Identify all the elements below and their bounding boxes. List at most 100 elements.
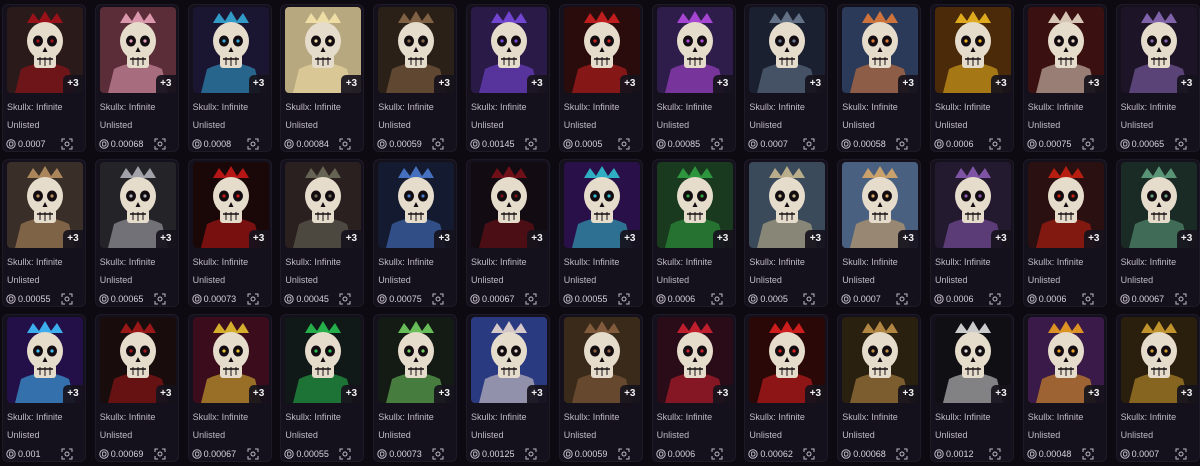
scan-icon[interactable] [432,448,444,460]
scan-icon[interactable] [432,293,444,305]
nft-card[interactable]: +3 Skullx: Infinite Unlisted 0.00062 [744,314,829,462]
nft-card[interactable]: +3 Skullx: Infinite Unlisted 0.00069 [94,314,179,462]
nft-card[interactable]: +3 Skullx: Infinite Unlisted 0.00125 [466,314,550,462]
nft-thumbnail[interactable]: +3 [471,317,547,403]
nft-thumbnail[interactable]: +3 [1027,162,1104,248]
nft-card[interactable]: +3 Skullx: Infinite Unlisted 0.0007 [744,4,829,152]
scan-icon[interactable] [247,138,259,150]
nft-card[interactable]: +3 Skullx: Infinite Unlisted 0.00075 [1022,4,1107,152]
nft-card[interactable]: +3 Skullx: Infinite Unlisted 0.00045 [280,159,365,307]
scan-icon[interactable] [803,448,815,460]
nft-card[interactable]: +3 Skullx: Infinite Unlisted 0.00084 [280,4,365,152]
nft-card[interactable]: +3 Skullx: Infinite Unlisted 0.0007 [1115,314,1200,462]
nft-card[interactable]: +3 Skullx: Infinite Unlisted 0.0007 [837,159,922,307]
nft-card[interactable]: +3 Skullx: Infinite Unlisted 0.0005 [558,4,643,152]
scan-icon[interactable] [711,293,723,305]
nft-card[interactable]: +3 Skullx: Infinite Unlisted 0.0005 [744,159,829,307]
nft-card[interactable]: +3 Skullx: Infinite Unlisted 0.0012 [930,314,1014,462]
nft-thumbnail[interactable]: +3 [7,162,83,248]
nft-card[interactable]: +3 Skullx: Infinite Unlisted 0.00145 [466,4,550,152]
nft-card[interactable]: +3 Skullx: Infinite Unlisted 0.00068 [837,314,922,462]
nft-thumbnail[interactable]: +3 [99,7,176,93]
nft-card[interactable]: +3 Skullx: Infinite Unlisted 0.00073 [187,159,272,307]
nft-thumbnail[interactable]: +3 [935,7,1011,93]
scan-icon[interactable] [896,138,908,150]
nft-card[interactable]: +3 Skullx: Infinite Unlisted 0.00068 [94,4,179,152]
nft-card[interactable]: +3 Skullx: Infinite Unlisted 0.00067 [466,159,550,307]
scan-icon[interactable] [525,448,537,460]
nft-card[interactable]: +3 Skullx: Infinite Unlisted 0.00059 [373,4,458,152]
nft-card[interactable]: +3 Skullx: Infinite Unlisted 0.00048 [1022,314,1107,462]
nft-thumbnail[interactable]: +3 [563,7,640,93]
nft-card[interactable]: +3 Skullx: Infinite Unlisted 0.0006 [930,4,1014,152]
scan-icon[interactable] [989,448,1001,460]
nft-thumbnail[interactable]: +3 [842,7,919,93]
nft-thumbnail[interactable]: +3 [378,317,455,403]
nft-card[interactable]: +3 Skullx: Infinite Unlisted 0.00065 [94,159,179,307]
nft-card[interactable]: +3 Skullx: Infinite Unlisted 0.00067 [1115,159,1200,307]
nft-thumbnail[interactable]: +3 [471,162,547,248]
nft-card[interactable]: +3 Skullx: Infinite Unlisted 0.001 [2,314,86,462]
nft-thumbnail[interactable]: +3 [192,7,269,93]
nft-card[interactable]: +3 Skullx: Infinite Unlisted 0.00055 [2,159,86,307]
scan-icon[interactable] [803,293,815,305]
nft-thumbnail[interactable]: +3 [7,7,83,93]
scan-icon[interactable] [247,293,259,305]
scan-icon[interactable] [154,138,166,150]
scan-icon[interactable] [1175,448,1187,460]
nft-thumbnail[interactable]: +3 [1120,7,1197,93]
nft-card[interactable]: +3 Skullx: Infinite Unlisted 0.0006 [930,159,1014,307]
scan-icon[interactable] [711,448,723,460]
nft-card[interactable]: +3 Skullx: Infinite Unlisted 0.0006 [1022,159,1107,307]
scan-icon[interactable] [154,293,166,305]
scan-icon[interactable] [618,293,630,305]
scan-icon[interactable] [339,293,351,305]
scan-icon[interactable] [1082,293,1094,305]
scan-icon[interactable] [339,448,351,460]
nft-thumbnail[interactable]: +3 [285,317,362,403]
nft-thumbnail[interactable]: +3 [192,162,269,248]
nft-card[interactable]: +3 Skullx: Infinite Unlisted 0.00059 [558,314,643,462]
scan-icon[interactable] [803,138,815,150]
scan-icon[interactable] [896,293,908,305]
nft-thumbnail[interactable]: +3 [749,317,826,403]
scan-icon[interactable] [61,448,73,460]
nft-thumbnail[interactable]: +3 [7,317,83,403]
nft-thumbnail[interactable]: +3 [842,162,919,248]
nft-card[interactable]: +3 Skullx: Infinite Unlisted 0.00085 [651,4,736,152]
nft-card[interactable]: +3 Skullx: Infinite Unlisted 0.00073 [373,314,458,462]
nft-thumbnail[interactable]: +3 [1120,162,1197,248]
nft-thumbnail[interactable]: +3 [99,162,176,248]
scan-icon[interactable] [989,138,1001,150]
scan-icon[interactable] [525,293,537,305]
scan-icon[interactable] [711,138,723,150]
scan-icon[interactable] [247,448,259,460]
nft-thumbnail[interactable]: +3 [1120,317,1197,403]
scan-icon[interactable] [1175,138,1187,150]
scan-icon[interactable] [618,138,630,150]
nft-thumbnail[interactable]: +3 [1027,7,1104,93]
nft-thumbnail[interactable]: +3 [285,7,362,93]
scan-icon[interactable] [896,448,908,460]
scan-icon[interactable] [339,138,351,150]
nft-thumbnail[interactable]: +3 [563,317,640,403]
nft-card[interactable]: +3 Skullx: Infinite Unlisted 0.0006 [651,314,736,462]
nft-card[interactable]: +3 Skullx: Infinite Unlisted 0.0007 [2,4,86,152]
nft-thumbnail[interactable]: +3 [935,162,1011,248]
nft-card[interactable]: +3 Skullx: Infinite Unlisted 0.0008 [187,4,272,152]
nft-card[interactable]: +3 Skullx: Infinite Unlisted 0.00075 [373,159,458,307]
nft-thumbnail[interactable]: +3 [935,317,1011,403]
scan-icon[interactable] [154,448,166,460]
nft-thumbnail[interactable]: +3 [378,7,455,93]
scan-icon[interactable] [1175,293,1187,305]
nft-thumbnail[interactable]: +3 [1027,317,1104,403]
nft-thumbnail[interactable]: +3 [563,162,640,248]
nft-card[interactable]: +3 Skullx: Infinite Unlisted 0.00058 [837,4,922,152]
scan-icon[interactable] [432,138,444,150]
nft-thumbnail[interactable]: +3 [656,7,733,93]
nft-card[interactable]: +3 Skullx: Infinite Unlisted 0.0006 [651,159,736,307]
nft-thumbnail[interactable]: +3 [378,162,455,248]
nft-thumbnail[interactable]: +3 [99,317,176,403]
nft-thumbnail[interactable]: +3 [656,317,733,403]
nft-thumbnail[interactable]: +3 [192,317,269,403]
